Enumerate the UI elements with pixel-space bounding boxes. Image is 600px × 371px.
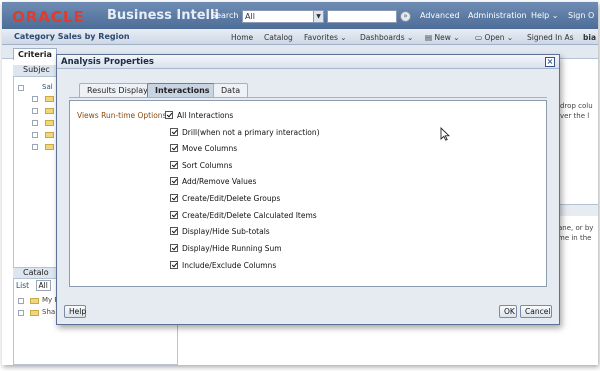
analysis-title: Category Sales by Region: [14, 32, 130, 41]
home-link[interactable]: Home: [231, 33, 253, 42]
user-name[interactable]: bia: [583, 33, 596, 42]
dashboards-label: Dashboards: [360, 33, 405, 42]
favorites-menu[interactable]: Favorites ⌄: [304, 33, 347, 42]
top-header: ORACLE Business Intelli Search All ▼ » A…: [2, 2, 598, 29]
tab-criteria[interactable]: Criteria: [13, 48, 57, 60]
drop-hint-text: ver the l: [560, 112, 590, 120]
selection-hint-text: ane, or by: [558, 224, 594, 232]
list-filter-select[interactable]: All: [35, 280, 51, 291]
dialog-title: Analysis Properties: [61, 57, 154, 67]
subject-area-item[interactable]: Sal: [42, 83, 53, 91]
folder-icon: [45, 144, 54, 150]
new-label: New: [434, 33, 451, 42]
expand-icon[interactable]: [32, 132, 38, 138]
app-window: ORACLE Business Intelli Search All ▼ » A…: [2, 2, 598, 365]
sign-out-link[interactable]: Sign O: [568, 11, 594, 20]
cancel-button[interactable]: Cancel: [520, 305, 552, 318]
option-label: All Interactions: [177, 111, 234, 120]
expand-icon[interactable]: [32, 120, 38, 126]
option-label: Move Columns: [182, 144, 238, 153]
expand-icon[interactable]: [18, 298, 24, 304]
search-go-icon[interactable]: »: [400, 11, 411, 22]
signed-in-label: Signed In As: [527, 33, 574, 42]
expand-icon[interactable]: [32, 108, 38, 114]
expand-icon[interactable]: [18, 85, 24, 91]
help-button[interactable]: Help: [64, 305, 86, 318]
administration-link[interactable]: Administration: [468, 11, 527, 20]
subject-areas-title: Subjec: [23, 65, 50, 74]
folder-icon: [45, 108, 54, 114]
expand-icon[interactable]: [18, 310, 24, 316]
option-label: Display/Hide Running Sum: [182, 244, 282, 253]
open-menu[interactable]: ▭ Open ⌄: [475, 33, 513, 42]
folder-icon: [30, 298, 39, 304]
expand-icon[interactable]: [32, 96, 38, 102]
search-input[interactable]: [327, 10, 397, 23]
checkbox-icon[interactable]: [170, 244, 178, 252]
folder-icon: [45, 132, 54, 138]
new-icon: ▤: [425, 33, 433, 42]
checkbox-icon[interactable]: [170, 144, 178, 152]
folder-icon: ▭: [475, 33, 483, 42]
catalog-list-filter: List All: [16, 280, 51, 291]
search-scope-value: All: [245, 12, 255, 21]
expand-icon[interactable]: [32, 144, 38, 150]
global-navbar: Category Sales by Region Home Catalog Fa…: [2, 29, 598, 45]
views-runtime-options-label: Views Run-time Options: [77, 111, 167, 120]
catalog-link[interactable]: Catalog: [264, 33, 293, 42]
dashboards-menu[interactable]: Dashboards ⌄: [360, 33, 413, 42]
close-icon[interactable]: ×: [545, 57, 555, 67]
list-label: List: [16, 281, 30, 290]
advanced-link[interactable]: Advanced: [420, 11, 460, 20]
open-label: Open: [484, 33, 505, 42]
favorites-label: Favorites: [304, 33, 338, 42]
checkbox-icon[interactable]: [170, 177, 178, 185]
tab-results-display[interactable]: Results Display: [79, 83, 156, 98]
catalog-item[interactable]: Sha: [42, 308, 55, 316]
checkbox-icon[interactable]: [170, 227, 178, 235]
catalog-title: Catalo: [23, 268, 49, 277]
tab-data[interactable]: Data: [213, 83, 249, 98]
analysis-properties-dialog: Analysis Properties × Results Display In…: [56, 54, 560, 325]
search-label: Search: [211, 11, 239, 20]
new-menu[interactable]: ▤ New ⌄: [425, 33, 460, 42]
mouse-pointer-icon: [440, 127, 450, 141]
checkbox-icon[interactable]: [170, 194, 178, 202]
option-label: Sort Columns: [182, 161, 233, 170]
folder-icon: [45, 96, 54, 102]
option-label: Create/Edit/Delete Groups: [182, 194, 281, 203]
option-label: Include/Exclude Columns: [182, 261, 277, 270]
checkbox-icon[interactable]: [165, 111, 173, 119]
search-scope-select[interactable]: All ▼: [242, 10, 324, 23]
option-label: Create/Edit/Delete Calculated Items: [182, 211, 317, 220]
option-label: Add/Remove Values: [182, 177, 257, 186]
dialog-titlebar: Analysis Properties ×: [57, 55, 559, 69]
checkbox-icon[interactable]: [170, 128, 178, 136]
ok-button[interactable]: OK: [499, 305, 517, 318]
tab-interactions[interactable]: Interactions: [147, 83, 218, 98]
option-label: Display/Hide Sub-totals: [182, 227, 270, 236]
help-menu-label: Help: [531, 11, 550, 20]
selection-hint-text: me in the: [558, 234, 592, 242]
product-title: Business Intelli: [107, 8, 219, 23]
chevron-down-icon: ▼: [313, 11, 323, 22]
oracle-logo: ORACLE: [12, 8, 85, 26]
drop-hint-text: drop colu: [560, 102, 593, 110]
folder-icon: [30, 310, 39, 316]
folder-icon: [45, 120, 54, 126]
checkbox-icon[interactable]: [170, 161, 178, 169]
help-menu[interactable]: Help ⌄: [531, 11, 559, 20]
option-label: Drill(when not a primary interaction): [182, 128, 320, 137]
checkbox-icon[interactable]: [170, 211, 178, 219]
tab-divider: [69, 97, 547, 98]
interactions-panel: Views Run-time Options All Interactions …: [69, 100, 547, 287]
checkbox-icon[interactable]: [170, 261, 178, 269]
